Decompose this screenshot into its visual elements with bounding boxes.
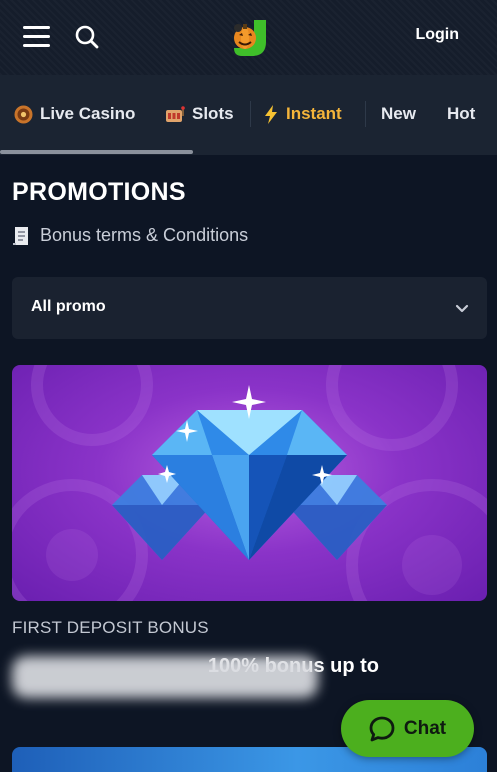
redacted-overlay xyxy=(12,656,318,698)
chevron-down-icon xyxy=(455,301,469,319)
promo-filter-value: All promo xyxy=(31,298,106,315)
bonus-terms-label: Bonus terms & Conditions xyxy=(40,225,249,245)
promo-banner-image[interactable] xyxy=(12,365,487,601)
tab-label: Slots xyxy=(192,104,234,123)
tab-slots[interactable]: Slots xyxy=(165,103,234,125)
login-button[interactable]: Login xyxy=(415,26,459,44)
lightning-icon xyxy=(263,104,279,124)
tab-instant[interactable]: Instant xyxy=(263,103,342,125)
bonus-terms-link[interactable]: Bonus terms & Conditions xyxy=(12,225,248,246)
document-icon xyxy=(12,226,31,246)
tab-new[interactable]: New xyxy=(381,103,416,125)
top-header: Login xyxy=(0,0,497,75)
menu-icon[interactable] xyxy=(23,26,50,48)
tab-label: Instant xyxy=(286,104,342,123)
tab-hot[interactable]: Hot xyxy=(447,103,475,125)
chat-bubble-icon xyxy=(369,716,395,742)
slot-machine-icon xyxy=(165,105,185,123)
promo-filter-select[interactable]: All promo xyxy=(12,277,487,339)
roulette-icon xyxy=(14,105,33,124)
tab-label: Hot xyxy=(447,104,476,123)
page-title: PROMOTIONS xyxy=(12,178,186,206)
tab-label: New xyxy=(381,104,416,123)
tab-divider xyxy=(250,101,251,127)
tab-divider xyxy=(365,101,366,127)
tab-live-casino[interactable]: Live Casino xyxy=(14,103,135,125)
search-icon[interactable] xyxy=(74,24,100,50)
promo-category: FIRST DEPOSIT BONUS xyxy=(12,618,209,637)
brand-logo[interactable] xyxy=(228,18,270,58)
tabs-scrollbar[interactable] xyxy=(0,150,193,154)
chat-label: Chat xyxy=(403,717,447,739)
category-tabs: Live Casino Slots Instant New Hot xyxy=(0,75,497,155)
tab-label: Live Casino xyxy=(40,104,136,123)
chat-button[interactable]: Chat xyxy=(341,700,474,757)
